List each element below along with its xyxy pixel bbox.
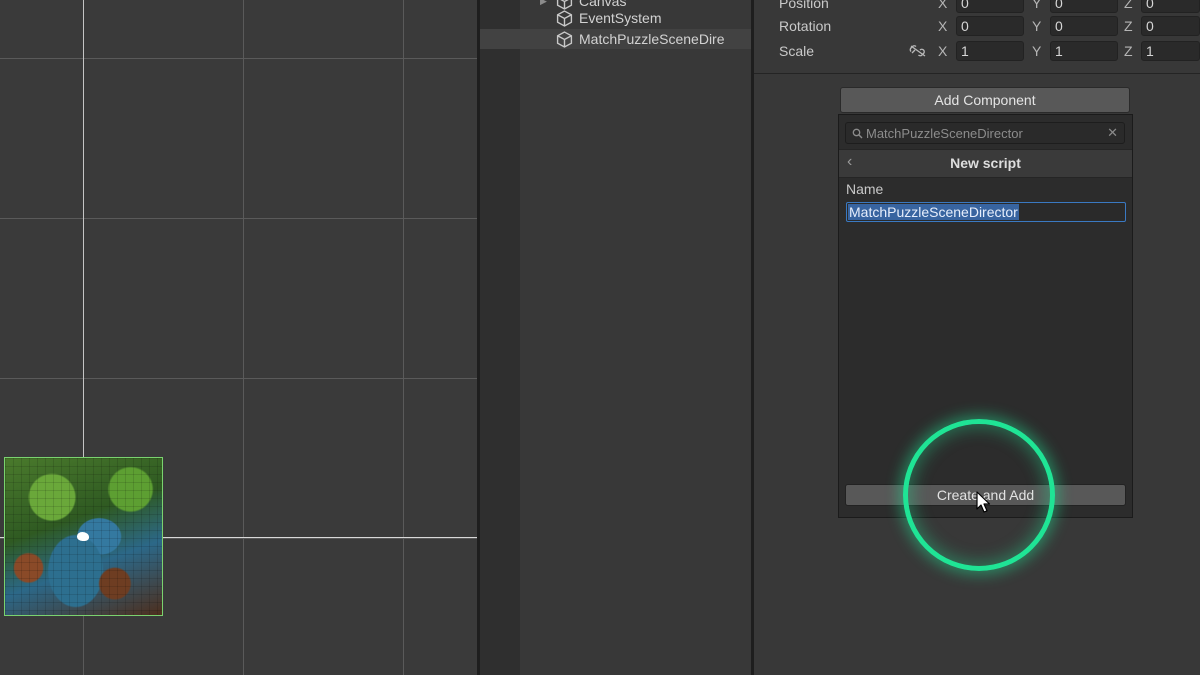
transform-position-row: Position X 0 Y 0 Z 0 [754, 0, 1200, 14]
x-label[interactable]: X [938, 18, 947, 34]
hierarchy-item-label: MatchPuzzleSceneDire [579, 31, 725, 47]
scale-label: Scale [779, 43, 815, 59]
rotation-label: Rotation [779, 18, 832, 34]
inspector-divider [754, 73, 1200, 74]
position-label: Position [779, 0, 829, 11]
position-y-field[interactable]: 0 [1050, 0, 1118, 13]
gameobject-cube-icon [556, 9, 573, 27]
scene-axis-vertical [83, 0, 84, 460]
component-search-input[interactable]: MatchPuzzleSceneDirector ✕ [845, 122, 1125, 144]
scene-view[interactable] [0, 0, 477, 675]
y-label[interactable]: Y [1032, 18, 1041, 34]
x-label[interactable]: X [938, 0, 947, 11]
search-value: MatchPuzzleSceneDirector [866, 126, 1023, 141]
hierarchy-item-eventsystem[interactable]: EventSystem [480, 8, 751, 28]
hierarchy-gutter [480, 0, 520, 675]
popup-title: New script [950, 155, 1021, 171]
search-icon [852, 128, 863, 139]
pivot-handle[interactable] [77, 532, 89, 541]
position-z-field[interactable]: 0 [1141, 0, 1200, 13]
popup-header: ‹ New script [839, 149, 1132, 178]
rotation-x-field[interactable]: 0 [956, 16, 1024, 36]
y-label[interactable]: Y [1032, 0, 1041, 11]
scale-x-field[interactable]: 1 [956, 41, 1024, 61]
y-label[interactable]: Y [1032, 43, 1041, 59]
hierarchy-item-matchpuzzlescenedirector[interactable]: MatchPuzzleSceneDire [480, 29, 751, 49]
hierarchy-item-label: EventSystem [579, 10, 662, 26]
script-name-label: Name [846, 181, 884, 197]
transform-rotation-row: Rotation X 0 Y 0 Z 0 [754, 15, 1200, 37]
z-label[interactable]: Z [1124, 0, 1133, 11]
inspector-panel: Position X 0 Y 0 Z 0 Rotation X 0 Y 0 Z … [754, 0, 1200, 675]
scale-z-field[interactable]: 1 [1141, 41, 1200, 61]
expand-arrow-icon[interactable]: ▶ [540, 0, 547, 7]
scale-y-field[interactable]: 1 [1050, 41, 1118, 61]
add-component-button[interactable]: Add Component [840, 87, 1130, 113]
z-label[interactable]: Z [1124, 43, 1133, 59]
z-label[interactable]: Z [1124, 18, 1133, 34]
rotation-y-field[interactable]: 0 [1050, 16, 1118, 36]
script-name-value: MatchPuzzleSceneDirector [848, 204, 1019, 220]
position-x-field[interactable]: 0 [956, 0, 1024, 13]
script-name-input[interactable]: MatchPuzzleSceneDirector [846, 202, 1126, 222]
hierarchy-panel: ▶ Canvas EventSystem MatchPuzzleSceneDir… [480, 0, 751, 675]
add-component-popup: MatchPuzzleSceneDirector ✕ ‹ New script … [838, 114, 1133, 518]
rotation-z-field[interactable]: 0 [1141, 16, 1200, 36]
constrain-proportions-link-icon[interactable] [909, 44, 927, 58]
mouse-cursor-icon [976, 491, 991, 513]
clear-search-icon[interactable]: ✕ [1107, 125, 1118, 141]
x-label[interactable]: X [938, 43, 947, 59]
gameobject-cube-icon [556, 30, 573, 48]
transform-scale-row: Scale X 1 Y 1 Z 1 [754, 40, 1200, 62]
